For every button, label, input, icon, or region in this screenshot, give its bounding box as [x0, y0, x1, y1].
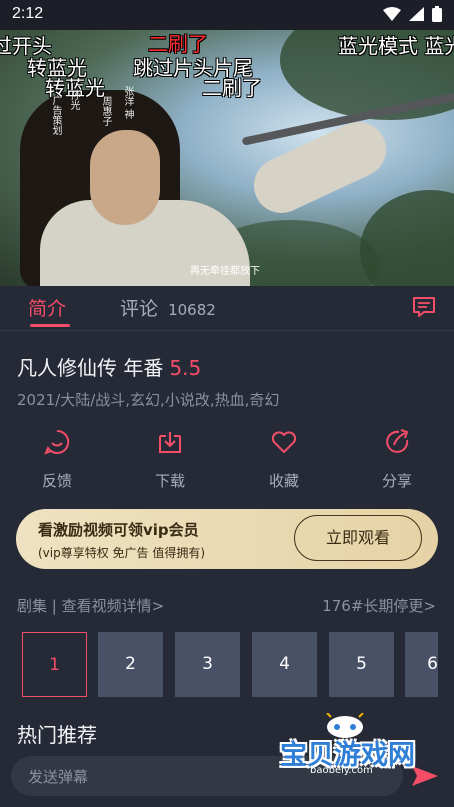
danmaku-placeholder: 发送弹幕 [28, 768, 89, 786]
download-icon [159, 432, 181, 453]
danmaku-item: 蓝光模式 蓝光 [338, 34, 454, 58]
share-label: 分享 [381, 472, 412, 490]
video-title: 凡人修仙传 年番 5.5 [17, 352, 201, 381]
watch-now-button[interactable]: 立即观看 [294, 515, 422, 561]
credit-text: 周惠子 [100, 96, 111, 126]
download-button[interactable]: 下载 [130, 428, 210, 491]
tab-indicator [30, 324, 70, 327]
rating-score: 5.5 [169, 356, 202, 380]
episode-button[interactable]: 5 [329, 632, 394, 697]
tab-comments-label: 评论 [120, 298, 159, 320]
video-subtitle: 再无牵挂都放下 [190, 266, 260, 277]
episode-button[interactable]: 1 [22, 632, 87, 697]
watermark-logo: 宝贝游戏网 baobeiy.com [280, 713, 450, 776]
heart-icon [271, 431, 297, 453]
comment-count: 10682 [168, 301, 216, 319]
episodes-header[interactable]: 剧集 | 查看视频详情> [17, 595, 164, 616]
share-button[interactable]: 分享 [357, 428, 437, 491]
feedback-label: 反馈 [41, 472, 72, 490]
episode-button[interactable]: 4 [252, 632, 317, 697]
danmaku-item: 二刷了 [202, 76, 262, 100]
divider [0, 330, 454, 331]
tab-intro[interactable]: 简介 [28, 294, 66, 321]
credit-text: 孙光 [68, 90, 79, 110]
episode-button[interactable]: 2 [98, 632, 163, 697]
battery-icon [432, 6, 442, 22]
credit-text: 张洋 神 [122, 86, 133, 120]
banner-subtitle: (vip尊享特权 免广告 值得拥有) [38, 546, 206, 560]
status-bar: 2:12 [0, 0, 454, 30]
tab-comments[interactable]: 评论 10682 [120, 294, 216, 321]
title-text: 凡人修仙传 年番 [17, 356, 164, 380]
video-player[interactable]: 过开头 二刷了 蓝光模式 蓝光 转蓝光 跳过片头片尾 转蓝光 二刷了 广告策划 … [0, 30, 454, 286]
video-tags: 2021/大陆/战斗,玄幻,小说改,热血,奇幻 [17, 391, 280, 409]
favorite-button[interactable]: 收藏 [244, 428, 324, 491]
episode-button[interactable]: 3 [175, 632, 240, 697]
status-time: 2:12 [12, 5, 44, 22]
episodes-status[interactable]: 176#长期停更> [322, 595, 436, 616]
section-hot-title: 热门推荐 [17, 723, 97, 747]
feedback-button[interactable]: 反馈 [17, 428, 97, 491]
feedback-icon [44, 429, 70, 455]
download-label: 下载 [154, 472, 185, 490]
cellular-icon [409, 7, 424, 21]
favorite-label: 收藏 [268, 472, 299, 490]
share-icon [386, 429, 409, 453]
detail-tabs: 简介 评论 10682 [0, 286, 454, 330]
wifi-icon [383, 7, 401, 21]
episode-button[interactable]: 6 [405, 632, 438, 697]
watermark-url: baobeiy.com [310, 765, 373, 776]
credit-text: 广告策划 [50, 95, 61, 135]
banner-title: 看激励视频可领vip会员 [38, 521, 199, 539]
danmaku-list-icon[interactable] [412, 296, 436, 318]
vip-banner[interactable]: 看激励视频可领vip会员 (vip尊享特权 免广告 值得拥有) 立即观看 [16, 509, 438, 569]
